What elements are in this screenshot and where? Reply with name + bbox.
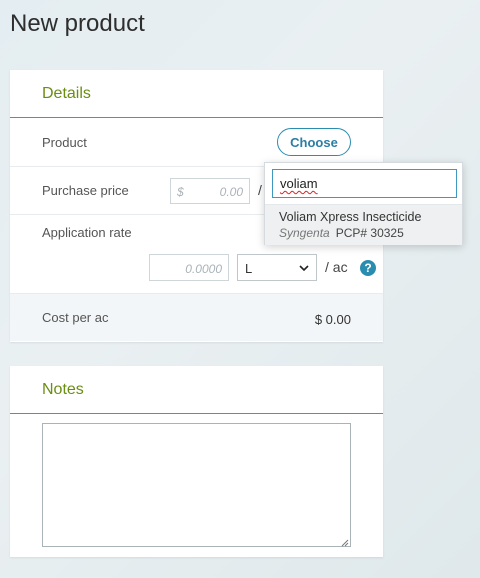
resize-grip-icon[interactable]	[340, 538, 349, 547]
product-search-input[interactable]: voliam	[272, 169, 457, 198]
cost-label: Cost per ac	[42, 310, 109, 325]
search-query: voliam	[280, 176, 318, 191]
price-placeholder: 0.00	[219, 185, 243, 199]
search-result-item[interactable]: Voliam Xpress Insecticide Syngenta PCP# 3…	[265, 205, 462, 245]
product-row: Product Choose	[10, 118, 383, 167]
result-name: Voliam Xpress Insecticide	[279, 210, 422, 224]
help-icon[interactable]: ?	[360, 260, 376, 276]
details-title: Details	[42, 84, 91, 102]
cost-value: $ 0.00	[314, 312, 351, 327]
result-brand: Syngenta	[279, 226, 330, 240]
notes-card: Notes	[10, 366, 383, 557]
application-rate-input[interactable]: 0.0000	[149, 254, 229, 281]
price-unit-slash: /	[258, 182, 262, 198]
notes-title: Notes	[42, 380, 84, 398]
result-meta: Syngenta PCP# 30325	[279, 226, 462, 240]
notes-textarea[interactable]	[42, 423, 351, 547]
cost-row: Cost per ac $ 0.00	[10, 293, 383, 341]
choose-product-button[interactable]: Choose	[277, 128, 351, 156]
result-pcp: PCP# 30325	[335, 226, 404, 240]
page-title: New product	[10, 10, 145, 37]
details-header: Details	[10, 70, 383, 118]
chevron-down-icon	[299, 265, 309, 272]
unit-select[interactable]: L	[237, 254, 317, 281]
purchase-price-input[interactable]: $ 0.00	[170, 178, 250, 204]
purchase-price-label: Purchase price	[42, 183, 129, 198]
unit-selected-value: L	[245, 261, 253, 276]
rate-placeholder: 0.0000	[185, 262, 222, 276]
currency-symbol: $	[177, 185, 184, 199]
product-label: Product	[42, 134, 87, 150]
application-rate-label: Application rate	[42, 225, 132, 240]
notes-header: Notes	[10, 366, 383, 414]
per-unit-label: / ac	[325, 259, 348, 275]
product-search-popup: voliam Voliam Xpress Insecticide Syngent…	[264, 162, 463, 245]
